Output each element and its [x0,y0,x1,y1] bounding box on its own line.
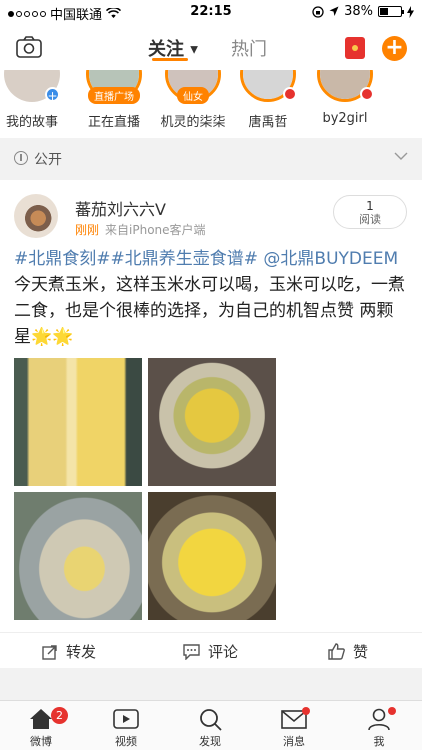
battery-percent: 38% [344,4,373,19]
story-name: 正在直播 [87,115,140,130]
story-name: by2girl [322,111,368,126]
post-text: #北鼎食刻##北鼎养生壶食谱# @北鼎BUYDEEM 今天煮玉米，这样玉米水可以… [14,246,408,350]
username-text: 蕃茄刘六六 [75,200,156,219]
story-name: 我的故事 [5,115,58,130]
photo-grid [14,358,276,620]
story-name: 唐禹哲 [248,115,288,130]
read-label: 阅读 [359,213,381,226]
tab-video[interactable]: 视频 [96,707,156,749]
search-icon [199,708,222,731]
thumbs-up-icon [328,643,345,660]
tab-label: 视频 [115,735,137,748]
live-dot-icon [283,87,297,101]
repost-label: 转发 [66,643,97,661]
tab-messages[interactable]: 消息 [264,707,324,749]
read-count: 1 [366,199,374,213]
tab-label: 发现 [199,735,221,748]
tab-weibo[interactable]: 2 微博 [11,707,71,749]
visibility-selector[interactable]: 公开 [0,140,422,176]
visibility-icon [14,151,28,165]
comment-icon [183,643,200,660]
bottom-tab-bar: 2 微博 视频 发现 消息 我 [0,700,422,750]
chevron-down-icon [394,152,408,160]
post-meta: 刚刚 来自iPhone客户端 [75,221,206,238]
top-nav: 关注 ▼ 热门 + [0,24,422,70]
video-icon [113,709,139,729]
photo-corn-cobs[interactable] [14,358,142,486]
mention-link[interactable]: @北鼎BUYDEEM [263,249,398,269]
repost-icon [42,644,57,660]
notification-dot [302,707,310,715]
status-bar: 中国联通 22:15 38% [0,0,422,24]
tab-label: 我 [373,735,385,748]
tab-me[interactable]: 我 [349,707,409,749]
active-tab-indicator [152,58,188,61]
red-envelope-icon[interactable] [345,37,365,59]
photo-kettle-corn[interactable] [148,358,276,486]
tab-label: 消息 [283,735,305,748]
like-button[interactable]: 赞 [328,641,368,662]
charging-icon [407,5,414,18]
tab-follow-label: 关注 [148,39,184,60]
comment-label: 评论 [208,643,239,661]
post-source: 来自iPhone客户端 [105,223,206,237]
stories-row: + 我的故事 直播广场 正在直播 仙女 机灵的柒柒 唐禹哲 by2girl [0,70,422,138]
home-icon [30,709,52,729]
post-time: 刚刚 [75,223,100,237]
fairy-badge: 仙女 [177,87,209,104]
post-actions: 转发 评论 赞 [0,632,422,668]
read-count-badge[interactable]: 1 阅读 [333,195,407,229]
repost-button[interactable]: 转发 [42,641,96,662]
star-emoji: 🌟🌟 [31,327,74,347]
battery-icon [378,6,404,17]
visibility-label: 公开 [34,152,62,168]
comment-button[interactable]: 评论 [183,641,238,662]
unread-badge: 2 [51,707,68,724]
like-label: 赞 [353,643,369,661]
rotation-lock-icon [312,5,324,18]
camera-icon[interactable] [16,36,42,58]
live-badge: 直播广场 [88,87,140,104]
tab-label: 微博 [30,735,52,748]
caret-down-icon: ▼ [190,44,198,56]
add-story-icon[interactable]: + [45,87,60,103]
topic-link[interactable]: #北鼎食刻# [14,249,111,269]
post-card: 蕃茄刘六六V 刚刚 来自iPhone客户端 1 阅读 #北鼎食刻##北鼎养生壶食谱… [0,180,422,668]
user-icon [368,708,390,730]
tab-hot[interactable]: 热门 [231,35,267,61]
live-dot-icon [360,87,374,101]
compose-plus-button[interactable]: + [382,36,407,61]
location-icon [329,6,339,16]
topic-link[interactable]: #北鼎养生壶食谱# [111,249,259,269]
verified-mark: V [155,200,166,219]
story-name: 机灵的柒柒 [160,115,226,130]
photo-corn-pieces[interactable] [148,492,276,620]
avatar[interactable] [14,194,58,238]
post-username[interactable]: 蕃茄刘六六V [75,196,166,220]
notification-dot [388,707,396,715]
photo-glass-kettle[interactable] [14,492,142,620]
tab-discover[interactable]: 发现 [180,707,240,749]
